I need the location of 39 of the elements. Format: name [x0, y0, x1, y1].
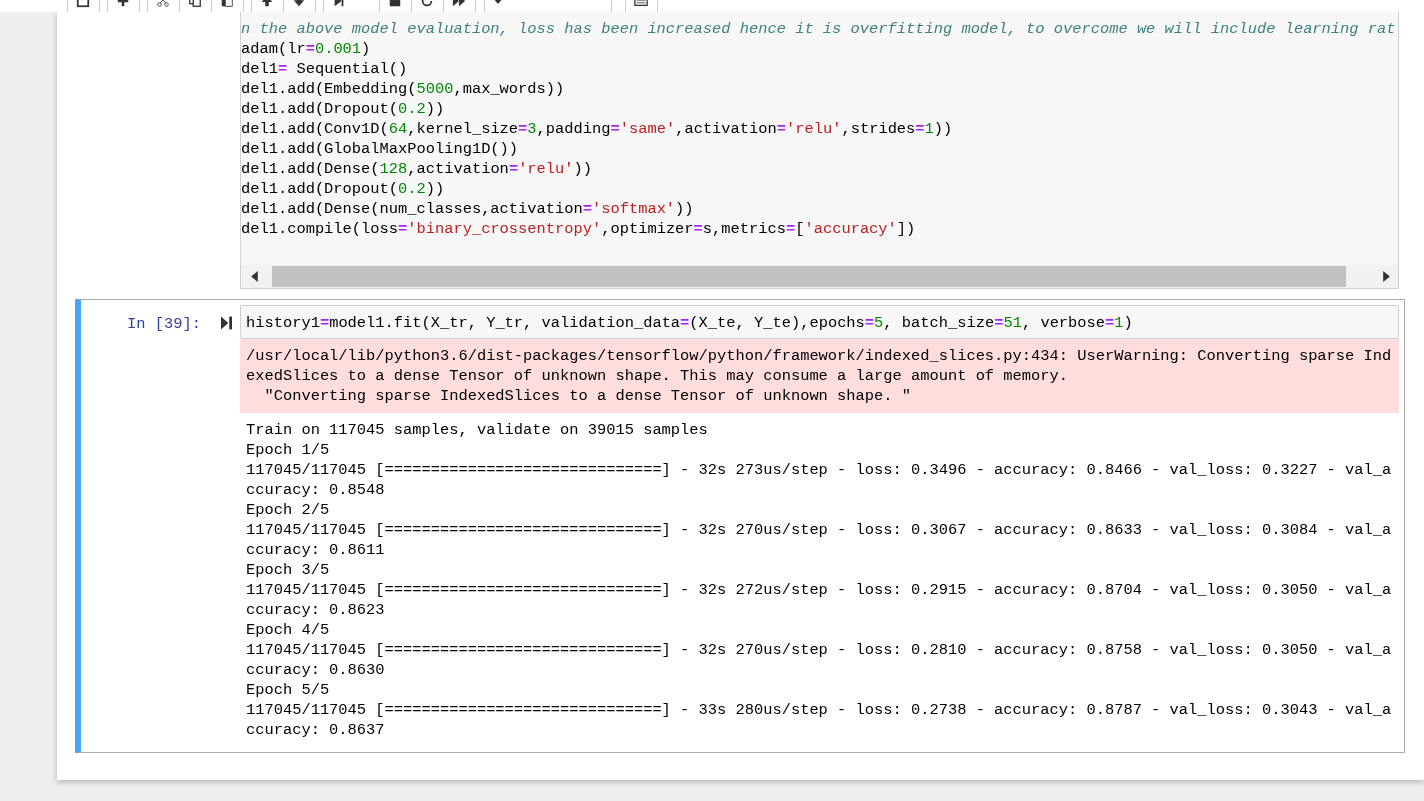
- code-line: del1.add(Dropout(0.2)): [241, 99, 446, 119]
- scrollbar-thumb[interactable]: [272, 266, 1346, 287]
- output-line: exedSlices to a dense Tensor of unknown shape. This may consume a large amount of memory.: [246, 366, 1069, 386]
- code-line: del1.add(Dense(num_classes,activation='softmax')): [241, 199, 695, 219]
- output-line: ccuracy: 0.8630: [246, 660, 386, 680]
- scroll-right-icon[interactable]: [1383, 271, 1390, 282]
- output-line: 117045/117045 [==============================] - 32s 272us/step - loss: 0.2915 - accuracy: 0.8704 - val_loss: 0.3050 - val_a: [246, 580, 1393, 600]
- code-line: n the above model evaluation, loss has been increased hence it is overfitting model, to overcome we will include learning rat: [241, 19, 1397, 39]
- output-line: 117045/117045 [==============================] - 32s 270us/step - loss: 0.2810 - accuracy: 0.8758 - val_loss: 0.3050 - val_a: [246, 640, 1393, 660]
- output-line: ccuracy: 0.8637: [246, 720, 386, 740]
- cell-prompt: In [39]:: [127, 314, 201, 335]
- output-line: 117045/117045 [==============================] - 32s 273us/step - loss: 0.3496 - accuracy: 0.8466 - val_loss: 0.3227 - val_a: [246, 460, 1393, 480]
- output-line: ccuracy: 0.8611: [246, 540, 386, 560]
- output-line: 117045/117045 [==============================] - 33s 280us/step - loss: 0.2738 - accuracy: 0.8787 - val_loss: 0.3043 - val_a: [246, 700, 1393, 720]
- run-cell-icon[interactable]: [221, 316, 232, 330]
- code-input[interactable]: history1=model1.fit(X_tr, Y_tr, validation_data=(X_te, Y_te),epochs=5, batch_size=51, verbose=1): [240, 305, 1399, 339]
- code-line: adam(lr=0.001): [241, 39, 372, 59]
- output-line: Train on 117045 samples, validate on 39015 samples: [246, 420, 709, 440]
- code-input[interactable]: [240, 12, 1399, 289]
- output-line: 117045/117045 [==============================] - 32s 270us/step - loss: 0.3067 - accuracy: 0.8633 - val_loss: 0.3084 - val_a: [246, 520, 1393, 540]
- output-line: ccuracy: 0.8548: [246, 480, 386, 500]
- code-line: del1.add(Embedding(5000,max_words)): [241, 79, 566, 99]
- output-line: Epoch 2/5: [246, 500, 331, 520]
- output-line: Epoch 4/5: [246, 620, 331, 640]
- code-line: del1.compile(loss='binary_crossentropy',optimizer=s,metrics=['accuracy']): [241, 219, 917, 239]
- output-line: ccuracy: 0.8623: [246, 600, 386, 620]
- code-line: del1.add(Dropout(0.2)): [241, 179, 446, 199]
- horizontal-scrollbar[interactable]: [241, 265, 1398, 288]
- scroll-left-icon[interactable]: [251, 271, 258, 282]
- code-line: del1.add(Dense(128,activation='relu')): [241, 159, 594, 179]
- code-line: history1=model1.fit(X_tr, Y_tr, validation_data=(X_te, Y_te),epochs=5, batch_size=51, verbose=1): [246, 313, 1134, 333]
- code-line: del1.add(GlobalMaxPooling1D()): [241, 139, 520, 159]
- output-line: "Converting sparse IndexedSlices to a dense Tensor of unknown shape. ": [263, 386, 912, 406]
- output-line: /usr/local/lib/python3.6/dist-packages/tensorflow/python/framework/indexed_slices.py:434: UserWarning: Converting sparse Ind: [246, 346, 1393, 366]
- output-line: Epoch 5/5: [246, 680, 331, 700]
- output-line: Epoch 3/5: [246, 560, 331, 580]
- code-line: del1.add(Conv1D(64,kernel_size=3,padding='same',activation='relu',strides=1)): [241, 119, 954, 139]
- output-line: Epoch 1/5: [246, 440, 331, 460]
- code-line: del1= Sequential(): [241, 59, 409, 79]
